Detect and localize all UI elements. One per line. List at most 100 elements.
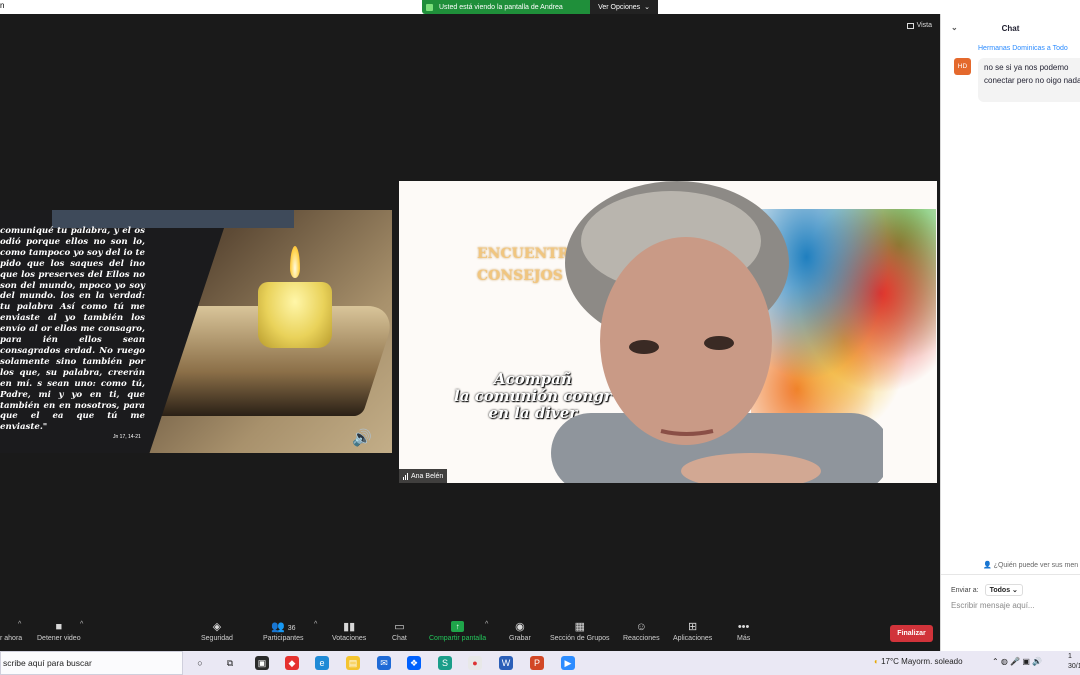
- clock-time: 1: [1068, 653, 1072, 660]
- who-can-see-link[interactable]: 👤 ¿Quién puede ver sus men: [983, 561, 1078, 569]
- record-label: Grabar: [509, 635, 531, 642]
- share-screen-label: Compartir pantalla: [429, 635, 487, 642]
- shield-icon: ◈: [212, 621, 222, 633]
- chevron-down-icon[interactable]: ⌄: [951, 23, 958, 32]
- apps-label: Aplicaciones: [673, 635, 713, 642]
- store-icon[interactable]: ▣: [255, 656, 269, 670]
- chat-header: ⌄ Chat: [941, 14, 1080, 42]
- powerpoint-icon[interactable]: P: [530, 656, 544, 670]
- apps-icon: ⊞: [688, 621, 698, 633]
- speaker-icon: 🔊: [352, 430, 372, 447]
- chat-message: no se si ya nos podemo conectar pero no …: [978, 58, 1080, 102]
- participant-name: Ana Belén: [411, 472, 444, 480]
- microphone-icon: [10, 619, 13, 635]
- clock-date: 30/1: [1068, 663, 1080, 670]
- breakout-rooms-button[interactable]: ▦ Sección de Grupos: [550, 619, 610, 642]
- participants-button[interactable]: 👥 36 Participantes: [263, 619, 303, 642]
- share-status-text: Usted está viendo la pantalla de Andrea: [439, 3, 563, 11]
- weather-widget[interactable]: ◐ 17°C Mayorm. soleado: [874, 657, 963, 666]
- chat-message-input[interactable]: Escribir mensaje aquí...: [951, 601, 1035, 610]
- sway-icon[interactable]: S: [438, 656, 452, 670]
- office-icon[interactable]: ◆: [285, 656, 299, 670]
- participant-eye-right: [704, 336, 734, 350]
- record-button[interactable]: ◉ Grabar: [509, 619, 531, 642]
- send-to-value: Todos: [989, 587, 1011, 594]
- cortana-icon[interactable]: ○: [193, 656, 207, 670]
- unmute-label: r ahora: [0, 635, 23, 642]
- windows-taskbar: scribe aquí para buscar ○ ⧉ ▣ ◆ e ▤ ✉ ❖ …: [0, 651, 1080, 675]
- reactions-button[interactable]: ☺ Reacciones: [623, 619, 660, 642]
- chat-button[interactable]: ▭ Chat: [392, 619, 407, 642]
- taskbar-clock[interactable]: 1 30/1: [1068, 652, 1080, 672]
- apps-button[interactable]: ⊞ Aplicaciones: [673, 619, 712, 642]
- breakout-grid-icon: ▦: [574, 621, 585, 633]
- chat-label: Chat: [392, 635, 407, 642]
- share-arrow-icon: ↑: [451, 621, 465, 632]
- chat-divider: [941, 574, 1080, 575]
- participants-icon: 👥 36: [270, 621, 296, 633]
- meeting-toolbar: r ahora ^ ■ Detener video ^ ◈ Seguridad …: [0, 619, 940, 651]
- more-button[interactable]: ••• Más: [737, 619, 750, 642]
- bible-verse-text: comuniqué tu palabra, y el os odió porqu…: [0, 226, 145, 433]
- participant-face: [600, 237, 772, 445]
- chat-bubble-icon: ▭: [394, 621, 405, 633]
- send-to-row: Enviar a: Todos ⌄: [951, 584, 1023, 596]
- edge-icon[interactable]: e: [315, 656, 329, 670]
- word-icon[interactable]: W: [499, 656, 513, 670]
- view-options-button[interactable]: Ver Opciones ⌄: [590, 0, 658, 14]
- dropbox-icon[interactable]: ❖: [407, 656, 421, 670]
- window-title: n: [0, 1, 5, 10]
- mail-icon[interactable]: ✉: [377, 656, 391, 670]
- record-icon: ◉: [515, 621, 525, 633]
- system-tray-icons[interactable]: ⌃ ◍ 🎤 ▣ 🔊: [992, 657, 1042, 666]
- stop-video-button[interactable]: ■ Detener video: [37, 619, 81, 642]
- chrome-icon[interactable]: ●: [468, 656, 482, 670]
- video-camera-icon: ■: [55, 621, 63, 633]
- shared-screen-tile[interactable]: comuniqué tu palabra, y el os odió porqu…: [0, 210, 392, 453]
- chat-title: Chat: [1001, 23, 1020, 33]
- meeting-video-area: Vista comuniqué tu palabra, y el os odió…: [0, 14, 940, 619]
- zoom-icon[interactable]: ▶: [561, 656, 575, 670]
- view-options-label: Ver Opciones: [598, 3, 641, 11]
- share-screen-button[interactable]: ↑ Compartir pantalla: [429, 619, 486, 642]
- participant-video-tile[interactable]: ENCUENTRO CONSEJOS 2 Acompañ la comunión…: [399, 181, 937, 483]
- avatar: HD: [954, 58, 971, 75]
- view-label: Vista: [916, 22, 932, 29]
- sun-icon: ◐: [874, 657, 879, 666]
- person-icon: 👤: [983, 562, 992, 569]
- security-label: Seguridad: [201, 635, 233, 642]
- who-can-see-text: ¿Quién puede ver sus men: [993, 562, 1079, 569]
- taskbar-search-input[interactable]: scribe aquí para buscar: [0, 651, 183, 675]
- verse-reference: Jn 17, 14-21: [113, 434, 141, 440]
- polls-label: Votaciones: [332, 635, 367, 642]
- audio-options-caret[interactable]: ^: [18, 621, 21, 628]
- participant-camera-feed: [551, 181, 883, 483]
- participants-count: 36: [287, 625, 296, 632]
- participant-eye-left: [629, 340, 659, 354]
- task-view-icon[interactable]: ⧉: [223, 656, 237, 670]
- chat-panel: ⌄ Chat Hermanas Dominicas a Todo HD no s…: [940, 14, 1080, 651]
- polls-button[interactable]: ▮▮ Votaciones: [332, 619, 366, 642]
- view-button[interactable]: Vista: [906, 22, 932, 29]
- video-options-caret[interactable]: ^: [80, 621, 83, 628]
- signal-strength-icon: [403, 472, 408, 480]
- participant-name-tag: Ana Belén: [399, 469, 448, 483]
- send-to-label: Enviar a:: [951, 586, 979, 594]
- file-explorer-icon[interactable]: ▤: [346, 656, 360, 670]
- bar-chart-icon: ▮▮: [343, 621, 356, 633]
- smiley-icon: ☺: [635, 621, 647, 633]
- more-dots-icon: •••: [737, 621, 750, 633]
- reactions-label: Reacciones: [623, 635, 660, 642]
- send-to-select[interactable]: Todos ⌄: [984, 584, 1023, 596]
- participants-options-caret[interactable]: ^: [314, 621, 317, 628]
- more-label: Más: [737, 635, 751, 642]
- grid-view-icon: [906, 22, 914, 29]
- message-sender: Hermanas Dominicas a Todo: [978, 45, 1068, 52]
- chevron-down-icon: ⌄: [644, 4, 650, 11]
- breakout-label: Sección de Grupos: [550, 635, 610, 642]
- participants-label: Participantes: [263, 635, 304, 642]
- security-button[interactable]: ◈ Seguridad: [201, 619, 233, 642]
- candle-image: [258, 282, 332, 348]
- share-options-caret[interactable]: ^: [485, 621, 488, 628]
- end-meeting-button[interactable]: Finalizar: [890, 625, 933, 642]
